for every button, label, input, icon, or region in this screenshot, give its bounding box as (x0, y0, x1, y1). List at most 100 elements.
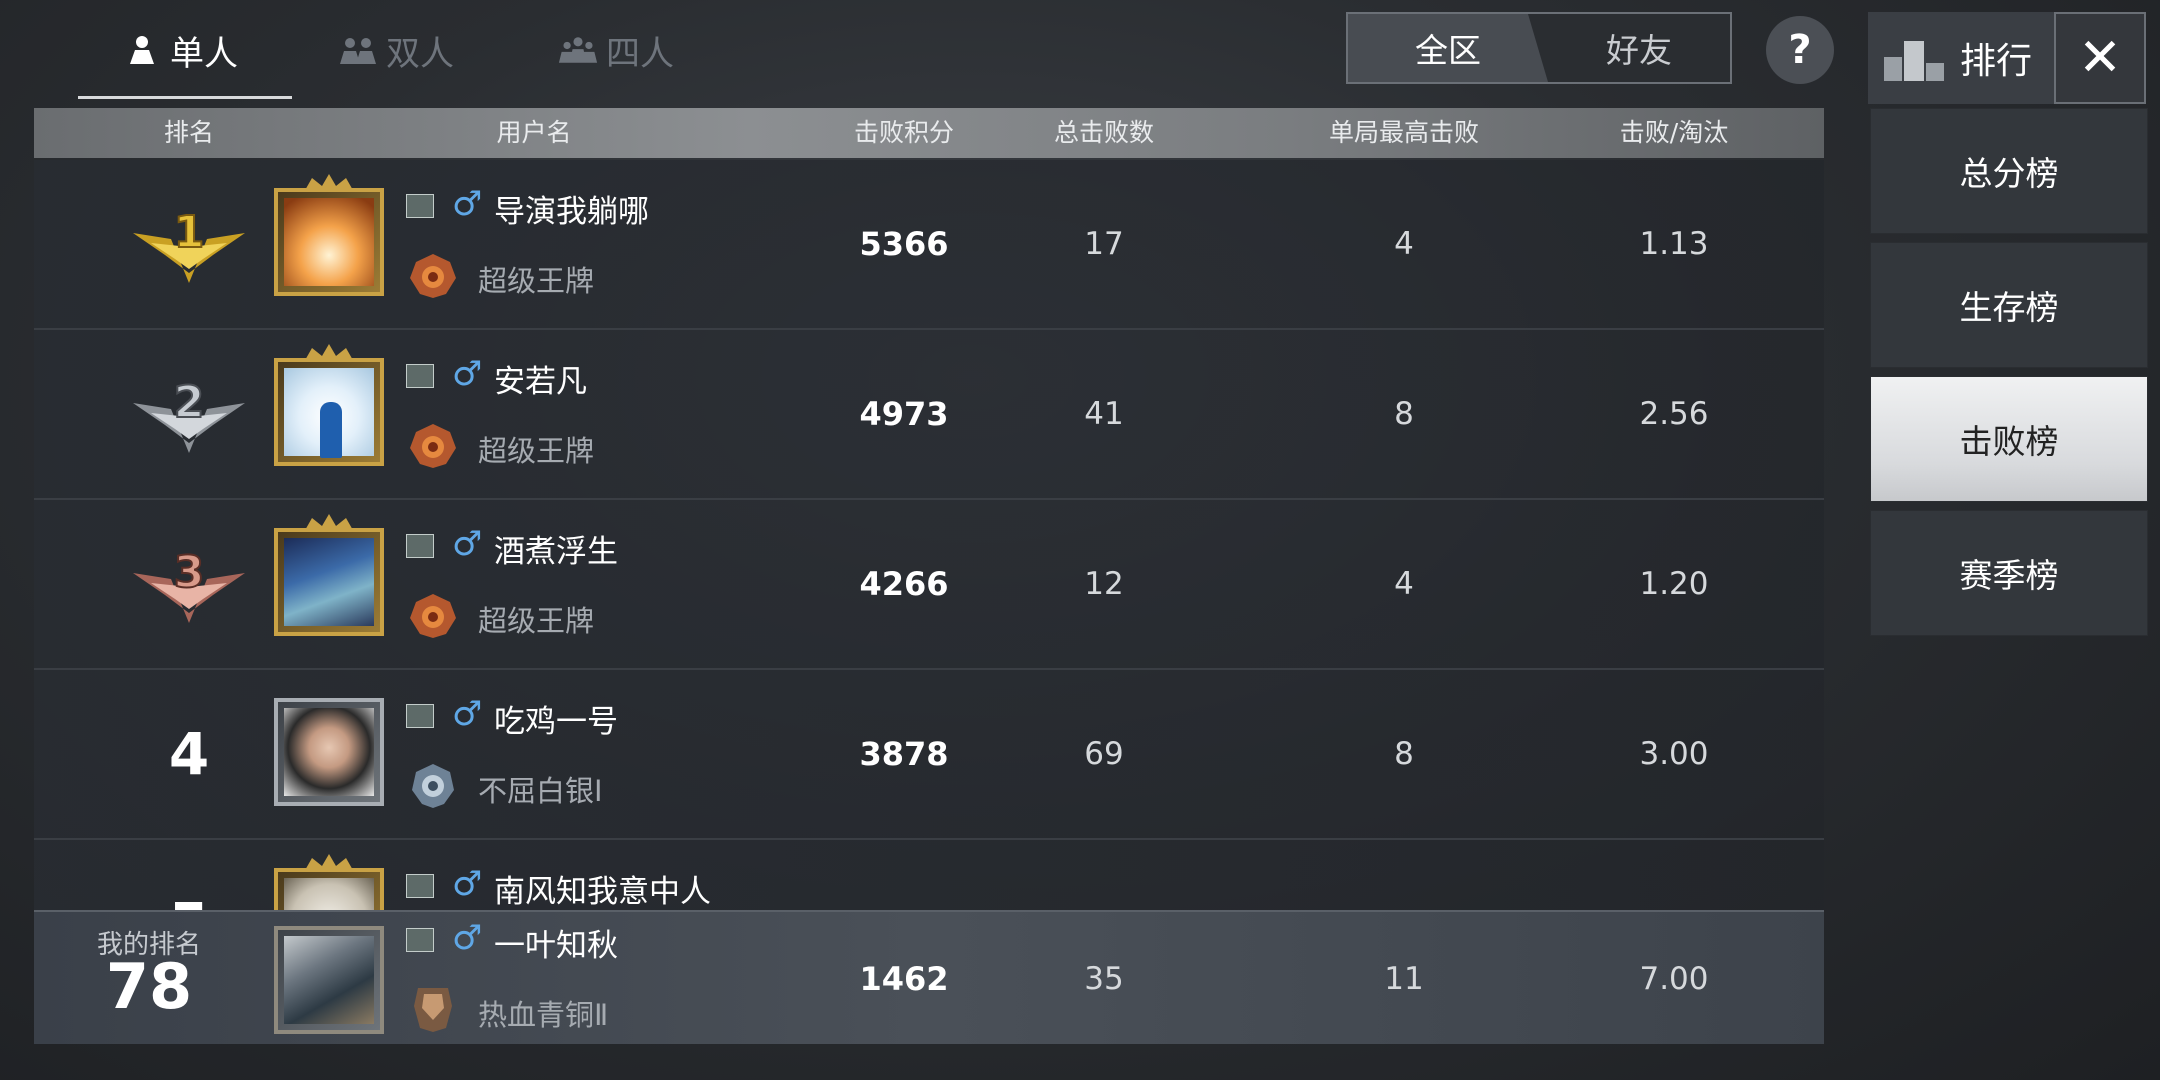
avatar[interactable] (274, 188, 384, 296)
rank-insignia-icon (406, 704, 434, 728)
tier-label: 超级王牌 (478, 604, 595, 638)
table-row[interactable]: 1 ♂ 导演我躺哪 超级王牌 5366 17 4 1.13 (34, 160, 1824, 330)
rank-insignia-icon (406, 364, 434, 388)
rank-insignia-icon (406, 928, 434, 952)
kill-score: 4266 (859, 565, 949, 603)
total-kills: 35 (1084, 961, 1124, 997)
region-all-button[interactable]: 全区 (1348, 14, 1548, 82)
total-kills: 41 (1084, 396, 1124, 432)
username[interactable]: 吃鸡一号 (494, 696, 618, 741)
avatar[interactable] (274, 358, 384, 466)
tab-solo[interactable]: 单人 (122, 20, 238, 80)
table-row[interactable]: 3 ♂ 酒煮浮生 超级王牌 4266 12 4 1.20 (34, 500, 1824, 670)
leaderboard-table: 排名 用户名 击败积分 总击败数 单局最高击败 击败/淘汰 1 ♂ 导演我躺哪 … (34, 108, 1824, 1044)
region-toggle: 全区 好友 (1346, 12, 1732, 84)
kd-ratio: 1.20 (1639, 566, 1709, 602)
kd-ratio: 7.00 (1639, 961, 1709, 997)
tier-label: 超级王牌 (478, 434, 595, 468)
header-total-kills: 总击败数 (1053, 118, 1154, 147)
rank-number: 1 (174, 207, 205, 258)
sidebar-title-box: 排行 (1868, 12, 2054, 104)
table-row[interactable]: 2 ♂ 安若凡 超级王牌 4973 41 8 2.56 (34, 330, 1824, 500)
male-icon: ♂ (452, 694, 483, 734)
close-icon: ✕ (2078, 28, 2122, 88)
tab-squad[interactable]: 四人 (558, 20, 674, 80)
rank-badge: 1 (94, 160, 284, 328)
table-row[interactable]: 4 ♂ 吃鸡一号 不屈白银Ⅰ 3878 69 8 3.00 (34, 670, 1824, 840)
rank-insignia-icon (406, 534, 434, 558)
rank-badge: 2 (94, 330, 284, 498)
total-kills: 69 (1084, 736, 1124, 772)
ace-tier-icon (410, 254, 456, 298)
tab-squad-label: 四人 (606, 33, 674, 74)
username[interactable]: 南风知我意中人 (494, 866, 711, 911)
tab-solo-label: 单人 (170, 33, 238, 74)
max-kills: 4 (1394, 226, 1414, 262)
max-kills: 8 (1394, 396, 1414, 432)
silver-tier-icon (412, 764, 454, 808)
avatar[interactable] (274, 528, 384, 636)
rank-badge: 3 (94, 500, 284, 668)
male-icon: ♂ (452, 354, 483, 394)
solo-icon (122, 30, 162, 70)
max-kills: 4 (1394, 566, 1414, 602)
header-max-kills: 单局最高击败 (1328, 118, 1479, 147)
male-icon: ♂ (452, 864, 483, 904)
tab-duo[interactable]: 双人 (338, 20, 454, 80)
ace-tier-icon (410, 424, 456, 468)
squad-icon (558, 30, 598, 70)
podium-icon (1884, 41, 1944, 81)
kill-score: 5366 (859, 225, 949, 263)
header-rank: 排名 (163, 118, 214, 147)
kill-score: 3878 (859, 735, 949, 773)
rank-cell: 4 (94, 670, 284, 838)
rank-number: 2 (174, 377, 205, 428)
bronze-tier-icon (414, 988, 452, 1032)
region-friends-button[interactable]: 好友 (1548, 14, 1730, 82)
help-button[interactable]: ? (1766, 16, 1834, 84)
male-icon: ♂ (452, 184, 483, 224)
male-icon: ♂ (452, 918, 483, 958)
kill-score: 4973 (859, 395, 949, 433)
username[interactable]: 安若凡 (494, 356, 587, 401)
header-kill-score: 击败积分 (853, 118, 954, 147)
username[interactable]: 酒煮浮生 (494, 526, 618, 571)
tier-label: 不屈白银Ⅰ (478, 774, 603, 808)
total-kills: 17 (1084, 226, 1124, 262)
active-tab-indicator (78, 96, 292, 99)
total-kills: 12 (1084, 566, 1124, 602)
max-kills: 11 (1384, 961, 1424, 997)
avatar[interactable] (274, 698, 384, 806)
board-kills[interactable]: 击败榜 (1870, 376, 2148, 502)
duo-icon (338, 30, 378, 70)
rank-number: 3 (174, 547, 205, 598)
tab-duo-label: 双人 (386, 33, 454, 74)
my-rank-row[interactable]: 我的排名 78 ♂ 一叶知秋 热血青铜Ⅱ 1462 35 11 7.00 (34, 910, 1824, 1044)
tier-label: 超级王牌 (478, 264, 595, 298)
board-season[interactable]: 赛季榜 (1870, 510, 2148, 636)
top-bar: 单人 双人 四人 全区 好友 ? (0, 0, 1860, 104)
kd-ratio: 1.13 (1639, 226, 1709, 262)
avatar[interactable] (274, 926, 384, 1034)
close-button[interactable]: ✕ (2054, 12, 2146, 104)
header-kd: 击败/淘汰 (1619, 118, 1729, 147)
username[interactable]: 导演我躺哪 (494, 186, 649, 231)
rank-number: 4 (168, 720, 210, 788)
my-rank-number: 78 (105, 950, 193, 1023)
rank-insignia-icon (406, 874, 434, 898)
board-survival[interactable]: 生存榜 (1870, 242, 2148, 368)
tier-label: 热血青铜Ⅱ (478, 998, 609, 1032)
kd-ratio: 2.56 (1639, 396, 1709, 432)
kill-score: 1462 (859, 960, 949, 998)
table-header: 排名 用户名 击败积分 总击败数 单局最高击败 击败/淘汰 (34, 108, 1824, 158)
male-icon: ♂ (452, 524, 483, 564)
kd-ratio: 3.00 (1639, 736, 1709, 772)
max-kills: 8 (1394, 736, 1414, 772)
rank-insignia-icon (406, 194, 434, 218)
help-icon: ? (1788, 27, 1812, 73)
leaderboard-sidebar-header: 排行 ✕ (1868, 12, 2148, 104)
board-total-score[interactable]: 总分榜 (1870, 108, 2148, 234)
header-username: 用户名 (496, 118, 572, 147)
username: 一叶知秋 (494, 928, 618, 964)
sidebar-title: 排行 (1960, 41, 2033, 82)
